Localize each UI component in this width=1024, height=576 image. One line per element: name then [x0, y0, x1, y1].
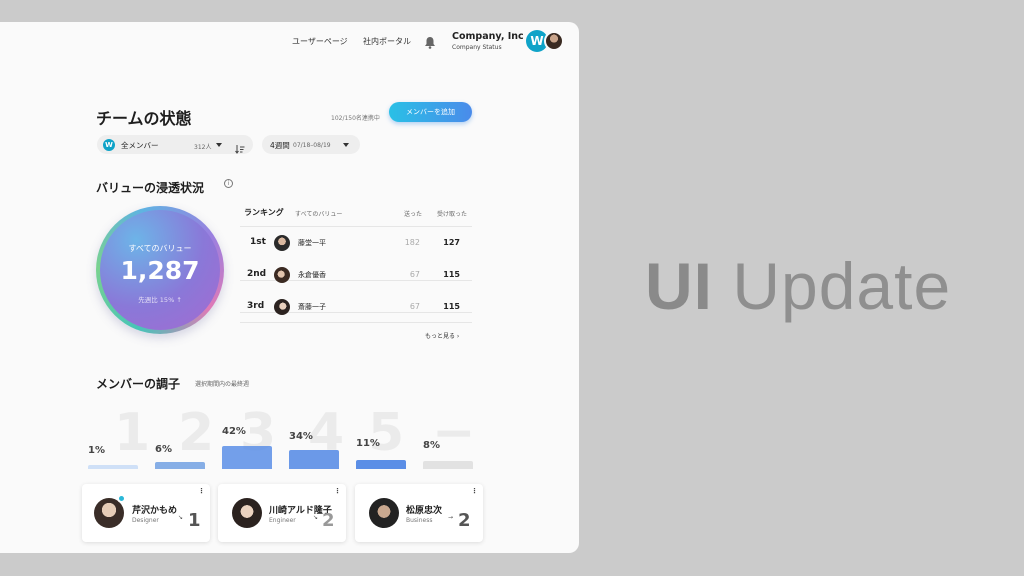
member-role: Business [406, 517, 433, 524]
add-member-button[interactable]: メンバーを追加 [389, 102, 472, 122]
trend-arrow-icon: ↘ [313, 514, 319, 521]
user-avatar[interactable] [544, 31, 564, 51]
rank-received-count: 115 [443, 302, 460, 311]
info-icon[interactable]: i [224, 179, 233, 188]
bell-icon[interactable] [424, 34, 436, 53]
rank-member-name: 永倉優香 [298, 271, 326, 279]
member-score: 2 [322, 510, 335, 531]
trend-arrow-icon: → [448, 514, 454, 521]
level-bar [356, 460, 406, 469]
member-filter-label: 全メンバー [121, 141, 159, 150]
level-percent: 34% [289, 431, 313, 442]
values-section-title: バリューの浸透状況 [96, 181, 205, 195]
company-name[interactable]: Company, Inc [452, 31, 524, 42]
period-filter-label: 4週間 [270, 141, 290, 150]
user-page-link[interactable]: ユーザーページ [292, 36, 348, 47]
member-score: 1 [188, 510, 201, 531]
ranking-col-received: 受け取った [437, 211, 468, 218]
avatar [369, 498, 399, 528]
rank-sent-count: 67 [409, 302, 420, 311]
level-percent: 42% [222, 426, 246, 437]
rank-number: 1st [250, 237, 266, 247]
ranking-title: ランキング [244, 208, 284, 217]
company-status: Company Status [452, 44, 502, 51]
app-panel: ユーザーページ 社内ポータル Company, Inc Company Stat… [0, 22, 579, 553]
ranking-row[interactable]: 1st 藤堂一平 182 127 [240, 227, 472, 259]
ui-update-caption: UI Update [645, 248, 951, 324]
avatar [274, 267, 290, 283]
circle-value: 1,287 [120, 256, 200, 285]
avatar [274, 235, 290, 251]
level-bar [88, 465, 138, 469]
values-summary-inner: すべてのバリュー 1,287 先週比 15% ↑ [100, 210, 220, 330]
circle-label: すべてのバリュー [128, 244, 192, 253]
ui-update-rest: Update [713, 249, 952, 323]
avatar [232, 498, 262, 528]
workspace-logo: W [103, 138, 115, 151]
values-summary-circle: すべてのバリュー 1,287 先週比 15% ↑ [96, 206, 224, 334]
sort-icon[interactable] [235, 139, 245, 158]
chevron-down-icon [216, 143, 222, 147]
page-title: チームの状態 [96, 109, 192, 128]
period-filter-range: 07/18–08/19 [293, 141, 331, 149]
avatar [274, 299, 290, 315]
member-name: 芹沢かもめ [132, 506, 178, 516]
ranking-subtitle: すべてのバリュー [295, 211, 343, 218]
condition-section-title: メンバーの調子 [96, 377, 181, 391]
chevron-down-icon [343, 143, 349, 147]
more-vert-icon[interactable]: ⋮ [198, 487, 205, 495]
ranking-row[interactable]: 2nd 永倉優香 67 115 [240, 259, 472, 291]
member-card[interactable]: 松原忠次 Business → 2 ⋮ [355, 484, 483, 542]
member-filter-select[interactable]: W 全メンバー 312人 [97, 135, 253, 154]
status-dot-icon [117, 494, 126, 503]
member-role: Designer [132, 517, 159, 524]
rank-received-count: 127 [443, 238, 460, 247]
member-card[interactable]: 川崎アルド隆子 Engineer ↘ 2 ⋮ [218, 484, 346, 542]
member-card[interactable]: 芹沢かもめ Designer ↘ 1 ⋮ [82, 484, 210, 542]
period-filter-select[interactable]: 4週間 07/18–08/19 [262, 135, 360, 154]
rank-sent-count: 182 [404, 238, 420, 247]
member-filter-count: 312人 [194, 143, 212, 151]
level-bar [289, 450, 339, 469]
level-bar [423, 461, 473, 469]
circle-delta: 先週比 15% ↑ [138, 296, 182, 304]
rank-number: 2nd [247, 269, 267, 279]
rank-member-name: 斎藤一子 [298, 303, 326, 311]
more-vert-icon[interactable]: ⋮ [334, 487, 341, 495]
ranking-row[interactable]: 3rd 斎藤一子 67 115 [240, 291, 472, 323]
condition-section-subtitle: 選択期間内の最終週 [195, 381, 250, 388]
more-vert-icon[interactable]: ⋮ [471, 487, 478, 495]
condition-bars [88, 442, 478, 469]
ui-update-bold: UI [645, 249, 713, 323]
rank-number: 3rd [247, 301, 265, 311]
rank-received-count: 115 [443, 270, 460, 279]
rank-sent-count: 67 [409, 270, 420, 279]
divider [240, 322, 472, 323]
member-name: 松原忠次 [406, 506, 443, 516]
level-bar [222, 446, 272, 469]
level-bar [155, 462, 205, 469]
member-score: 2 [458, 510, 471, 531]
portal-link[interactable]: 社内ポータル [363, 36, 411, 47]
member-count: 102/150名連携中 [331, 115, 380, 122]
more-link[interactable]: もっと見る › [425, 331, 459, 340]
trend-arrow-icon: ↘ [178, 514, 184, 521]
member-role: Engineer [269, 517, 296, 524]
ranking-col-sent: 送った [404, 211, 423, 218]
rank-member-name: 藤堂一平 [298, 239, 326, 247]
